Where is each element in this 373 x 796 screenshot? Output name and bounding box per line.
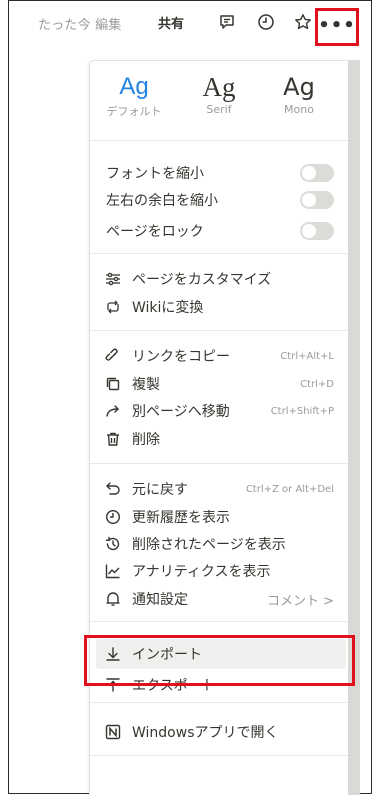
- bell-icon: [104, 590, 122, 608]
- divider: [90, 253, 348, 254]
- shortcut-hint: Ctrl+Z or Alt+Del: [245, 483, 334, 495]
- font-option-mono[interactable]: Ag Mono: [259, 71, 339, 116]
- history-icon[interactable]: [256, 12, 276, 32]
- convert-icon: [104, 298, 122, 316]
- divider: [90, 463, 348, 464]
- menu-item-label: 別ページへ移動: [132, 404, 230, 420]
- notification-settings-item[interactable]: 通知設定 コメント >: [90, 587, 348, 611]
- customize-icon: [104, 270, 122, 288]
- delete-item[interactable]: 削除: [90, 427, 348, 451]
- upload-icon: [104, 676, 122, 694]
- menu-item-label: 削除: [132, 432, 160, 448]
- share-button[interactable]: 共有: [158, 13, 184, 32]
- duplicate-item[interactable]: 複製 Ctrl+D: [90, 372, 348, 396]
- menu-item-label: アナリティクスを表示: [132, 564, 271, 580]
- divider: [90, 702, 348, 703]
- font-option-serif[interactable]: Ag Serif: [179, 71, 259, 116]
- notion-app-icon: [104, 723, 122, 741]
- menu-item-label: Windowsアプリで開く: [132, 725, 279, 741]
- divider: [90, 621, 348, 622]
- toggle-small-text[interactable]: フォントを縮小: [90, 161, 348, 185]
- page-scrollbar: [346, 60, 360, 795]
- full-width-switch[interactable]: [300, 191, 334, 209]
- more-icon: •••: [318, 14, 356, 36]
- menu-item-label: Wikiに変換: [132, 300, 204, 316]
- toggle-label: ページをロック: [106, 224, 204, 240]
- star-icon[interactable]: [293, 12, 313, 32]
- menu-item-label: 元に戻す: [132, 482, 188, 498]
- menu-item-label: 通知設定: [132, 592, 188, 608]
- toggle-lock-page[interactable]: ページをロック: [90, 219, 348, 243]
- comment-icon[interactable]: [217, 12, 237, 32]
- menu-item-label: インポート: [132, 647, 202, 663]
- duplicate-icon: [104, 375, 122, 393]
- divider: [90, 330, 348, 331]
- shortcut-hint: Ctrl+Shift+P: [270, 405, 334, 417]
- show-analytics-item[interactable]: アナリティクスを表示: [90, 559, 348, 583]
- toggle-label: フォントを縮小: [106, 166, 204, 182]
- export-item[interactable]: エクスポート: [90, 673, 348, 697]
- divider: [90, 755, 348, 756]
- more-options-button[interactable]: •••: [315, 8, 359, 46]
- undo-icon: [104, 480, 122, 498]
- customize-page-item[interactable]: ページをカスタマイズ: [90, 267, 348, 291]
- open-in-windows-app-item[interactable]: Windowsアプリで開く: [90, 720, 348, 744]
- small-text-switch[interactable]: [300, 164, 334, 182]
- convert-to-wiki-item[interactable]: Wikiに変換: [90, 295, 348, 319]
- notification-setting-value: コメント >: [266, 593, 334, 609]
- restore-icon: [104, 535, 122, 553]
- menu-item-label: リンクをコピー: [132, 349, 230, 365]
- link-icon: [104, 347, 122, 365]
- undo-item[interactable]: 元に戻す Ctrl+Z or Alt+Del: [90, 477, 348, 501]
- font-selector: Ag デフォルト Ag Serif Ag Mono: [90, 71, 348, 135]
- last-edited-text: たった今 編集: [38, 18, 122, 33]
- shortcut-hint: Ctrl+D: [300, 378, 334, 390]
- show-deleted-pages-item[interactable]: 削除されたページを表示: [90, 532, 348, 556]
- download-icon: [104, 645, 122, 663]
- trash-icon: [104, 430, 122, 448]
- page-options-menu: Ag デフォルト Ag Serif Ag Mono フォントを縮小 左右の余白を…: [89, 60, 348, 796]
- menu-item-label: 更新履歴を表示: [132, 510, 230, 526]
- shortcut-hint: Ctrl+Alt+L: [280, 350, 334, 362]
- page-history-item[interactable]: 更新履歴を表示: [90, 505, 348, 529]
- clock-icon: [104, 508, 122, 526]
- toggle-full-width[interactable]: 左右の余白を縮小: [90, 188, 348, 212]
- lock-page-switch[interactable]: [300, 222, 334, 240]
- analytics-icon: [104, 562, 122, 580]
- menu-item-label: ページをカスタマイズ: [132, 272, 272, 288]
- font-option-default[interactable]: Ag デフォルト: [94, 71, 174, 119]
- menu-item-label: 削除されたページを表示: [132, 537, 286, 553]
- menu-item-label: 複製: [132, 377, 160, 393]
- import-item[interactable]: インポート: [96, 639, 346, 669]
- divider: [90, 140, 348, 141]
- move-to-item[interactable]: 別ページへ移動 Ctrl+Shift+P: [90, 399, 348, 423]
- copy-link-item[interactable]: リンクをコピー Ctrl+Alt+L: [90, 344, 348, 368]
- move-icon: [104, 402, 122, 420]
- menu-item-label: エクスポート: [132, 678, 216, 694]
- toggle-label: 左右の余白を縮小: [106, 193, 218, 209]
